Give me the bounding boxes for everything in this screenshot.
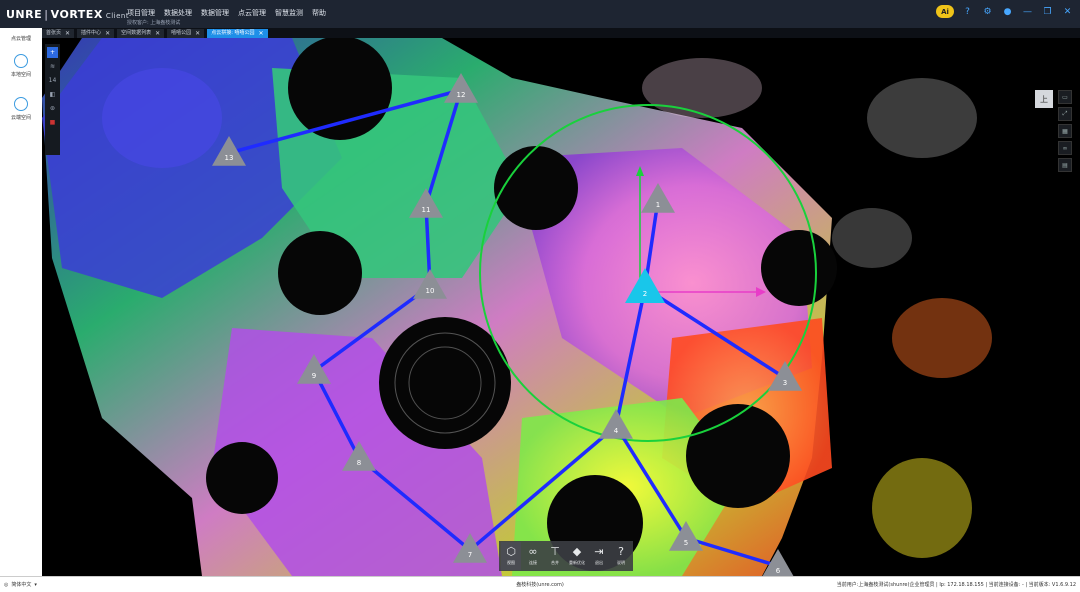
connect-button[interactable]: ∞ 连接 (523, 542, 543, 570)
user-icon[interactable]: ● (1001, 5, 1014, 18)
window-controls: Ai ? ⚙ ● — ❐ ✕ (936, 5, 1074, 18)
tab-plugins[interactable]: 插件中心 ✕ (77, 28, 115, 38)
title-bar: UNRE | VORTEX Client 项目管理 数据处理 数据管理 点云管理 智慧… (0, 0, 1080, 28)
station-label: 12 (457, 91, 466, 99)
left-panel: + ≋ 14 ◧ ⊛ ■ (45, 44, 60, 155)
cube-icon (14, 54, 28, 68)
tab-label: 点云拼接: 嘻嘻公园 (211, 29, 255, 36)
menu-project[interactable]: 项目管理 (127, 8, 155, 18)
pointcloud-viewport[interactable]: 1 2 3 4 5 6 7 8 9 10 11 12 13 上 ▭ ⤢ ▦ ∞ ▤ (42, 38, 1080, 576)
station-label: 2 (643, 290, 647, 298)
minimize-icon[interactable]: — (1021, 5, 1034, 18)
tab-label: 空间数据列表 (121, 29, 152, 36)
sidebar-item-label: 云端空间 (10, 115, 31, 121)
comment-icon[interactable]: ▭ (1058, 90, 1072, 104)
close-icon[interactable]: ✕ (1061, 5, 1074, 18)
station-label: 9 (312, 372, 316, 380)
help-icon[interactable]: ? (961, 5, 974, 18)
station-label: 6 (776, 567, 781, 575)
maximize-icon[interactable]: ❐ (1041, 5, 1054, 18)
delete-icon[interactable]: ■ (47, 117, 58, 128)
exit-icon: ⇥ (594, 545, 604, 558)
sidebar-item-label: 本地空间 (10, 72, 31, 78)
menu-monitor[interactable]: 智慧监测 (275, 8, 303, 18)
cluster-icon[interactable]: ⊛ (47, 103, 58, 114)
merge-button[interactable]: ⊤ 合并 (545, 542, 565, 570)
grid-icon[interactable]: ▦ (1058, 124, 1072, 138)
station-label: 10 (426, 287, 435, 295)
layers-icon[interactable]: ◧ (47, 89, 58, 100)
link-icon[interactable]: ∞ (1058, 141, 1072, 155)
tab-home[interactable]: 首张页 ✕ (42, 28, 75, 38)
bottom-toolbar: ⬡ 视图 ∞ 连接 ⊤ 合并 ◆ 重新优化 ⇥ 退出 ? 说明 (499, 541, 633, 571)
sidebar: 点云管理 本地空间 云端空间 (0, 28, 42, 576)
help-button[interactable]: ? 说明 (611, 542, 631, 570)
sidebar-item-local[interactable]: 本地空间 (0, 54, 42, 78)
cloud-icon (14, 97, 28, 111)
tab-label: 嘻嘻公园 (171, 29, 192, 36)
tab-label: 首张页 (46, 29, 62, 36)
station-label: 3 (783, 379, 787, 387)
close-icon[interactable]: ✕ (105, 29, 110, 38)
fit-view-icon[interactable]: ⤢ (1058, 107, 1072, 121)
tool-label: 重新优化 (569, 560, 585, 565)
signal-icon[interactable]: ≋ (47, 61, 58, 72)
status-bar: ◎ 简体中文 ▾ 盎枝科技(unre.com) 当前用户:上海盎枝测试(shun… (0, 576, 1080, 592)
station-label: 13 (225, 154, 234, 162)
tenant-label: 授权客户: 上海盎枝测试 (127, 20, 181, 26)
station-label: 11 (422, 206, 431, 214)
sidebar-title: 点云管理 (10, 36, 31, 42)
menu-data-manage[interactable]: 数据管理 (201, 8, 229, 18)
station-label: 1 (656, 201, 660, 209)
tool-label: 视图 (507, 560, 515, 565)
close-icon[interactable]: ✕ (195, 29, 200, 38)
add-icon[interactable]: + (47, 47, 58, 58)
tool-label: 合并 (551, 560, 559, 565)
tool-label: 说明 (617, 560, 625, 565)
view-top-button[interactable]: 上 (1035, 90, 1053, 108)
exit-button[interactable]: ⇥ 退出 (589, 542, 609, 570)
document-icon[interactable]: ▤ (1058, 158, 1072, 172)
station-label: 4 (614, 427, 619, 435)
close-icon[interactable]: ✕ (155, 29, 160, 38)
station-label: 5 (684, 539, 688, 547)
optimize-button[interactable]: ◆ 重新优化 (567, 542, 587, 570)
menu-data-process[interactable]: 数据处理 (164, 8, 192, 18)
tab-spatial-data[interactable]: 空间数据列表 ✕ (117, 28, 165, 38)
station-count: 14 (48, 77, 57, 84)
view-button[interactable]: ⬡ 视图 (501, 542, 521, 570)
sidebar-item-cloud[interactable]: 云端空间 (0, 97, 42, 121)
close-icon[interactable]: ✕ (258, 29, 263, 38)
pointcloud-canvas[interactable]: 12345678910111213 (42, 38, 1080, 576)
tab-registration[interactable]: 点云拼接: 嘻嘻公园 ✕ (207, 28, 268, 38)
menu-pointcloud[interactable]: 点云管理 (238, 8, 266, 18)
cube-view-icon: ⬡ (506, 545, 516, 558)
right-toolbar: ▭ ⤢ ▦ ∞ ▤ (1058, 90, 1072, 172)
main-menu: 项目管理 数据处理 数据管理 点云管理 智慧监测 帮助 (127, 8, 326, 18)
settings-icon[interactable]: ⚙ (981, 5, 994, 18)
optimize-icon: ◆ (572, 545, 582, 558)
tab-park[interactable]: 嘻嘻公园 ✕ (167, 28, 205, 38)
tab-bar: 首张页 ✕ 插件中心 ✕ 空间数据列表 ✕ 嘻嘻公园 ✕ 点云拼接: 嘻嘻公园 ✕ (42, 28, 1080, 38)
merge-icon: ⊤ (550, 545, 560, 558)
link-icon: ∞ (528, 545, 538, 558)
tool-label: 退出 (595, 560, 603, 565)
station-label: 7 (468, 551, 472, 559)
status-info: 当前用户:上海盎枝测试(shunre)企业管理员 | Ip: 172.18.18… (836, 582, 1076, 588)
station-label: 8 (357, 459, 361, 467)
help-icon: ? (618, 545, 624, 558)
close-icon[interactable]: ✕ (65, 29, 70, 38)
app-logo: UNRE | VORTEX Client (6, 8, 130, 21)
menu-help[interactable]: 帮助 (312, 8, 326, 18)
ai-badge[interactable]: Ai (936, 5, 954, 18)
tool-label: 连接 (529, 560, 537, 565)
tab-label: 插件中心 (81, 29, 102, 36)
